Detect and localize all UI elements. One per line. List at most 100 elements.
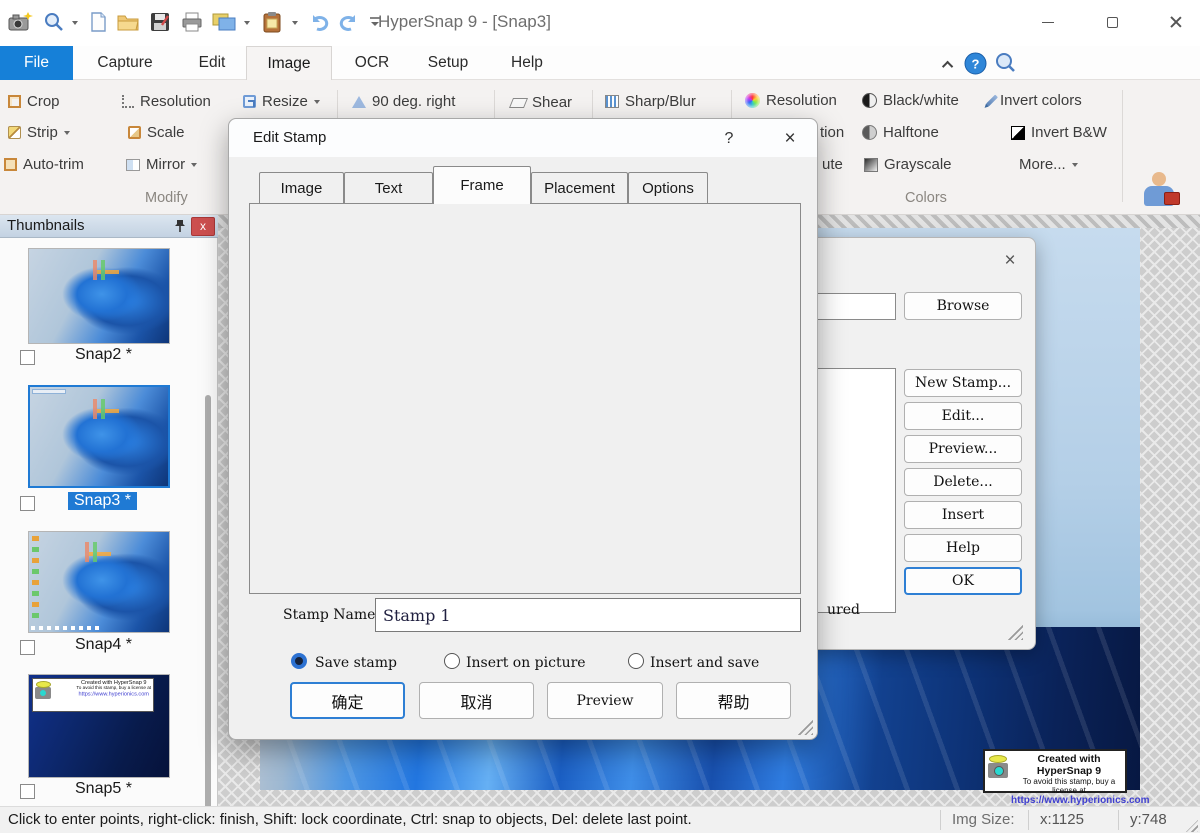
help-button-cn[interactable]: 帮助 [676, 682, 791, 719]
new-file-icon[interactable] [84, 7, 112, 37]
tab-options-stamp[interactable]: Options [628, 172, 708, 203]
stamp-line-2: To avoid this stamp, buy a license at [1011, 777, 1127, 795]
auto-trim-icon [4, 158, 17, 171]
invert-colors-button[interactable]: Invert colors [990, 92, 1082, 109]
edit-button[interactable]: Edit... [904, 402, 1022, 430]
tab-image[interactable]: Image [246, 46, 332, 80]
zoom-icon[interactable] [42, 7, 66, 37]
minimize-button[interactable] [1028, 8, 1068, 36]
img-size-y: y:748 [1130, 811, 1167, 828]
edit-stamp-close-button[interactable]: × [777, 127, 803, 151]
hypersnap-camera-icon [988, 763, 1008, 778]
window-resize-grip[interactable] [1186, 820, 1198, 832]
snap2-checkbox[interactable] [20, 350, 35, 365]
insert-and-save-radio[interactable] [628, 653, 644, 669]
close-button[interactable] [1156, 8, 1196, 36]
snap3-label[interactable]: Snap3 * [68, 492, 137, 510]
zoom-dropdown-caret-icon[interactable] [72, 21, 78, 28]
paste-icon[interactable] [258, 7, 286, 37]
thumbnails-title: Thumbnails [7, 217, 85, 234]
stamp-line-1: Created with HyperSnap 9 [1011, 753, 1127, 777]
edit-stamp-help-button[interactable]: ? [717, 127, 741, 151]
crop-button[interactable]: Crop [8, 93, 60, 110]
new-stamp-button[interactable]: New Stamp... [904, 369, 1022, 397]
auto-trim-button[interactable]: Auto-trim [4, 156, 84, 173]
app-window: HyperSnap 9 - [Snap3] File Capture Edit … [0, 0, 1200, 833]
thumbnails-close-button[interactable]: x [191, 217, 215, 236]
help-button[interactable]: Help [904, 534, 1022, 562]
color-resolution-button[interactable]: Resolution [745, 92, 837, 109]
rotate-90-button[interactable]: 90 deg. right [352, 93, 455, 110]
snap5-label[interactable]: Snap5 * [75, 780, 132, 798]
stamp-line-3: https://www.hyperionics.com [1011, 795, 1127, 806]
undo-icon[interactable] [304, 7, 332, 37]
resize-button[interactable]: Resize [243, 93, 320, 110]
black-white-button[interactable]: Black/white [862, 92, 959, 109]
copy-images-icon[interactable] [210, 7, 238, 37]
grayscale-button[interactable]: Grayscale [864, 156, 952, 173]
insert-on-picture-radio[interactable] [444, 653, 460, 669]
stamps-resize-grip[interactable] [1007, 624, 1023, 640]
edit-stamp-resize-grip[interactable] [797, 719, 813, 735]
copy-dropdown-caret-icon[interactable] [244, 21, 250, 28]
halftone-button[interactable]: Halftone [862, 124, 939, 141]
open-folder-icon[interactable] [114, 7, 142, 37]
scale-button[interactable]: Scale [128, 124, 185, 141]
help-icon[interactable]: ? [962, 51, 988, 75]
tab-image-stamp[interactable]: Image [259, 172, 344, 203]
thumbnail-snap2[interactable] [28, 248, 170, 344]
save-stamp-radio[interactable] [291, 653, 307, 669]
preview-button-main[interactable]: Preview [547, 682, 663, 719]
more-colors-button[interactable]: More... [1019, 156, 1078, 173]
tab-text-stamp[interactable]: Text [344, 172, 433, 203]
snap3-checkbox[interactable] [20, 496, 35, 511]
snap5-checkbox[interactable] [20, 784, 35, 799]
pin-icon[interactable] [172, 218, 188, 234]
shear-button[interactable]: Shear [511, 94, 572, 111]
tab-help[interactable]: Help [496, 46, 558, 80]
tab-ocr[interactable]: OCR [342, 46, 402, 80]
thumbnail-snap5[interactable]: Created with HyperSnap 9 To avoid this s… [28, 674, 170, 778]
search-icon[interactable] [992, 51, 1018, 75]
tab-placement-stamp[interactable]: Placement [531, 172, 628, 203]
print-icon[interactable] [178, 7, 206, 37]
snap5-stamp: Created with HyperSnap 9 To avoid this s… [32, 678, 154, 712]
resolution-icon [122, 95, 134, 108]
strip-caret-icon [64, 131, 70, 138]
snap4-label[interactable]: Snap4 * [75, 636, 132, 654]
ok-button-cn[interactable]: 确定 [290, 682, 405, 719]
tab-edit[interactable]: Edit [180, 46, 244, 80]
browse-button[interactable]: Browse [904, 292, 1022, 320]
tab-setup[interactable]: Setup [414, 46, 482, 80]
redo-icon[interactable] [336, 7, 364, 37]
snap4-checkbox[interactable] [20, 640, 35, 655]
thumbnails-scrollbar[interactable] [205, 395, 211, 833]
maximize-button[interactable] [1092, 8, 1132, 36]
capture-icon[interactable] [6, 7, 34, 37]
preview-button[interactable]: Preview... [904, 435, 1022, 463]
label-fragment-tion: tion [820, 124, 844, 141]
thumbnail-snap4[interactable] [28, 531, 170, 633]
collapse-ribbon-icon[interactable] [938, 53, 960, 77]
paste-dropdown-caret-icon[interactable] [292, 21, 298, 28]
insert-button[interactable]: Insert [904, 501, 1022, 529]
tab-file[interactable]: File [0, 46, 73, 80]
stamps-close-button[interactable]: × [999, 250, 1021, 272]
modify-group-label: Modify [145, 190, 188, 206]
ok-button[interactable]: OK [904, 567, 1022, 595]
save-icon[interactable] [146, 7, 174, 37]
img-size-x: x:1125 [1040, 811, 1084, 828]
thumbnail-snap3[interactable] [28, 385, 170, 488]
tab-frame-stamp[interactable]: Frame [433, 166, 531, 204]
delete-button[interactable]: Delete... [904, 468, 1022, 496]
sharp-blur-button[interactable]: Sharp/Blur [605, 93, 696, 110]
tab-capture[interactable]: Capture [88, 46, 162, 80]
resolution-button[interactable]: Resolution [122, 93, 211, 110]
invert-bw-button[interactable]: Invert B&W [1011, 124, 1107, 141]
strip-button[interactable]: Strip [8, 124, 70, 141]
stamp-name-input[interactable]: Stamp 1 [375, 598, 801, 632]
mirror-button[interactable]: Mirror [126, 156, 197, 173]
snap2-label[interactable]: Snap2 * [75, 346, 132, 364]
user-tools-icon [1152, 172, 1166, 186]
cancel-button-cn[interactable]: 取消 [419, 682, 534, 719]
